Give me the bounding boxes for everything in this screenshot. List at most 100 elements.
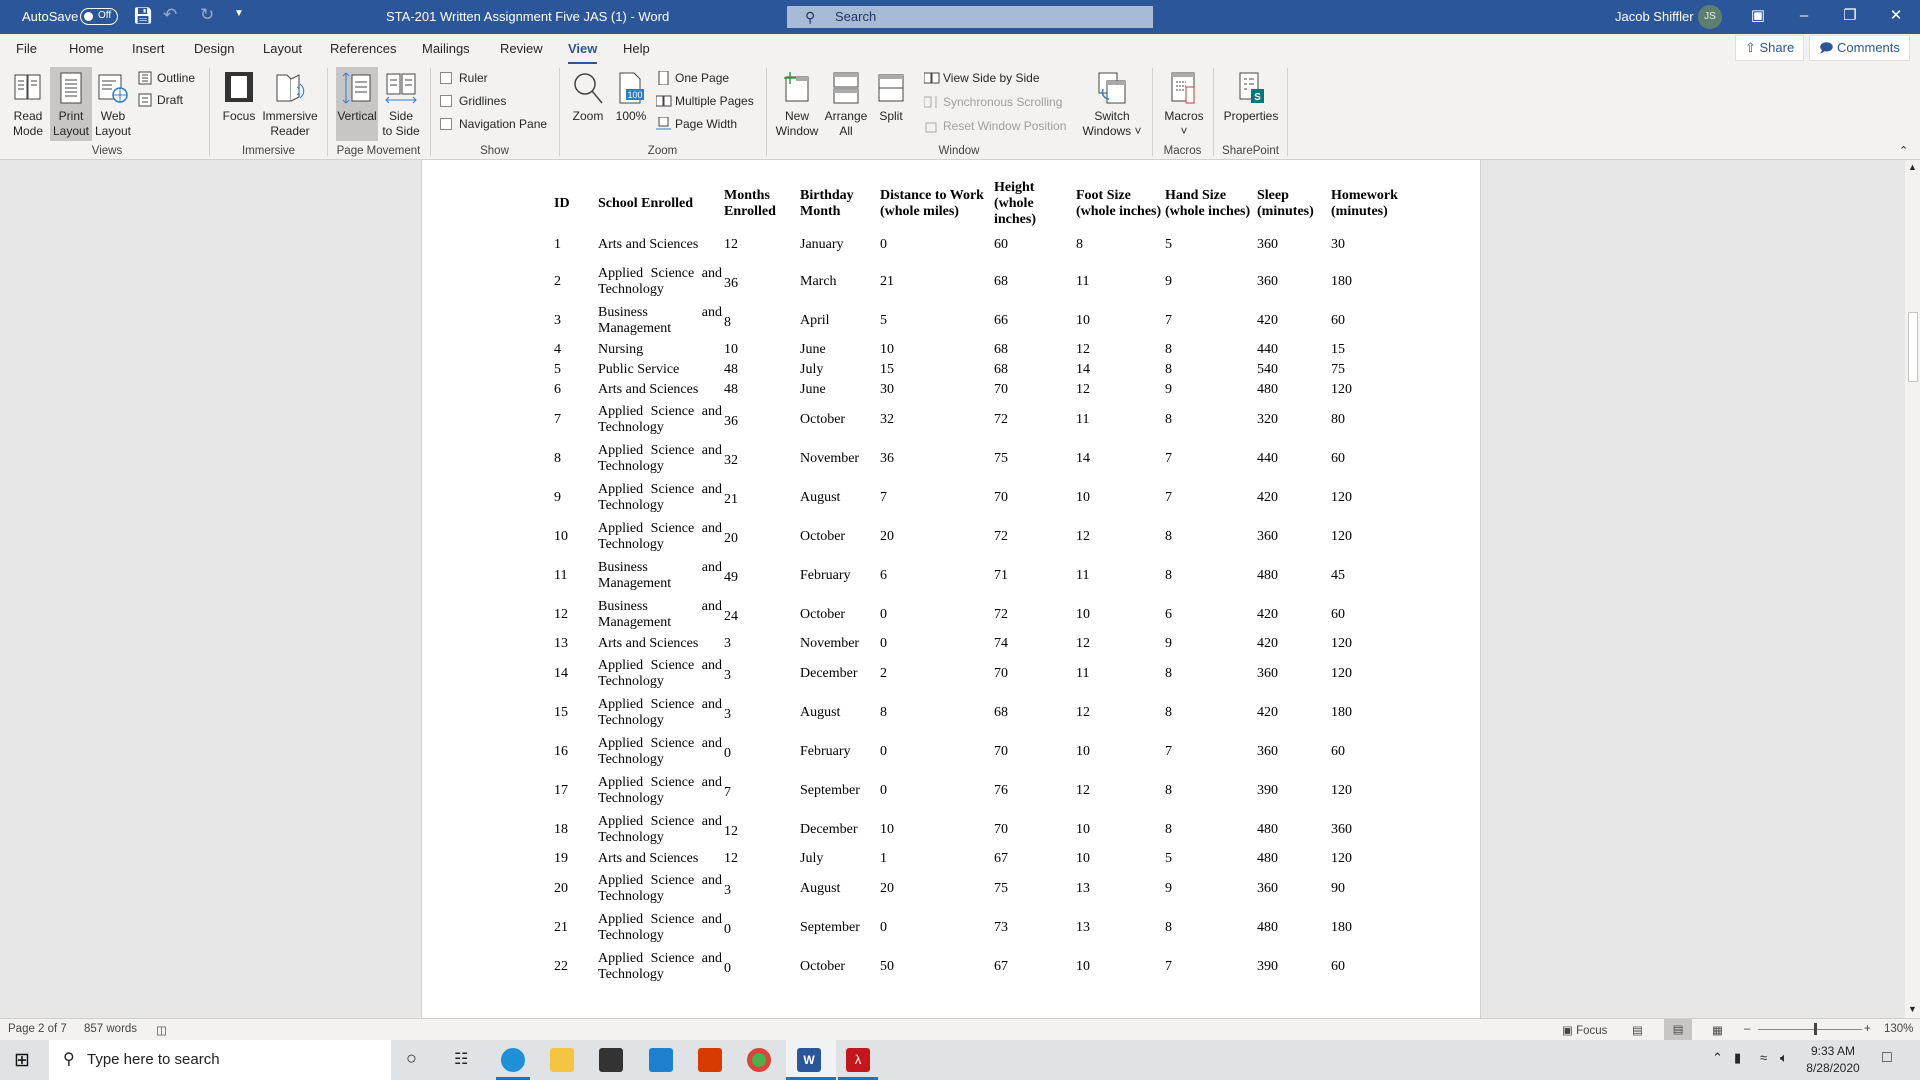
scrollbar-thumb[interactable] — [1908, 312, 1918, 382]
table-cell: December — [800, 821, 858, 837]
edge-icon[interactable] — [501, 1048, 525, 1072]
table-cell: 75 — [994, 450, 1008, 466]
properties-button[interactable]: S Properties — [1220, 67, 1282, 141]
multiple-pages-button[interactable]: Multiple Pages — [656, 91, 754, 111]
group-label-sharepoint: SharePoint — [1222, 145, 1279, 157]
office-icon[interactable] — [698, 1048, 722, 1072]
zoom-slider-thumb[interactable] — [1813, 1023, 1817, 1035]
tab-home[interactable]: Home — [69, 41, 104, 56]
taskbar-search[interactable]: ⚲ Type here to search — [49, 1040, 391, 1080]
draft-button[interactable]: Draft — [138, 90, 183, 110]
scroll-down-icon[interactable]: ▼ — [1908, 1004, 1917, 1014]
windows-start-icon[interactable]: ⊞ — [14, 1049, 30, 1072]
restore-icon[interactable]: ❐ — [1827, 0, 1873, 34]
print-layout-button[interactable]: Print Layout — [50, 67, 92, 141]
table-cell: 3 — [724, 667, 731, 683]
page-width-button[interactable]: Page Width — [656, 114, 737, 134]
mail-icon[interactable] — [649, 1048, 673, 1072]
proofing-icon[interactable]: ◫ — [156, 1023, 167, 1037]
customize-toolbar-icon[interactable]: ▼ — [234, 8, 244, 19]
clock-time[interactable]: 9:33 AM — [1808, 1044, 1858, 1058]
macros-button[interactable]: Macros ˅ — [1158, 67, 1210, 141]
web-layout-view-icon[interactable]: ▦ — [1712, 1023, 1723, 1037]
one-page-button[interactable]: One Page — [656, 68, 729, 88]
chrome-icon[interactable] — [747, 1048, 771, 1072]
undo-icon[interactable]: ↶ — [163, 5, 177, 25]
store-icon[interactable] — [599, 1048, 623, 1072]
zoom-slider[interactable] — [1758, 1023, 1862, 1035]
switch-windows-button[interactable]: Switch Windows ˅ — [1080, 67, 1144, 141]
table-cell: September — [800, 919, 860, 935]
focus-button[interactable]: Focus — [216, 67, 262, 141]
split-button[interactable]: Split — [871, 67, 911, 141]
autosave-toggle[interactable]: Off — [80, 8, 118, 25]
collapse-ribbon-icon[interactable]: ⌃ — [1899, 144, 1908, 157]
tab-mailings[interactable]: Mailings — [422, 41, 470, 56]
side-to-side-button[interactable]: Side to Side — [380, 67, 422, 141]
tab-references[interactable]: References — [330, 41, 396, 56]
print-layout-view-icon[interactable]: ▤ — [1664, 1019, 1692, 1041]
close-icon[interactable]: ✕ — [1873, 0, 1919, 34]
tab-review[interactable]: Review — [500, 41, 543, 56]
tab-file[interactable]: File — [16, 41, 37, 56]
table-cell: 10 — [1076, 743, 1090, 759]
zoom-level[interactable]: 130% — [1884, 1023, 1913, 1035]
file-explorer-icon[interactable] — [550, 1048, 574, 1072]
zoom-out-icon[interactable]: – — [1744, 1023, 1750, 1035]
table-cell: 80 — [1331, 411, 1345, 427]
clock-date[interactable]: 8/28/2020 — [1804, 1061, 1862, 1075]
page-count[interactable]: Page 2 of 7 — [8, 1023, 67, 1035]
minimize-icon[interactable]: – — [1781, 0, 1827, 34]
avatar[interactable]: JS — [1698, 5, 1722, 29]
zoom-100-button[interactable]: 100 100% — [610, 67, 652, 141]
view-side-by-side-button[interactable]: View Side by Side — [924, 68, 1040, 88]
comments-label: Comments — [1837, 40, 1900, 55]
search-box[interactable]: ⚲ Search — [787, 6, 1153, 28]
web-layout-button[interactable]: Web Layout — [92, 67, 134, 141]
immersive-reader-button[interactable]: Immersive Reader — [262, 67, 318, 141]
table-cell: August — [800, 489, 841, 505]
read-mode-view-icon[interactable]: ▤ — [1632, 1023, 1643, 1037]
navigation-pane-checkbox[interactable]: Navigation Pane — [440, 114, 547, 134]
tab-design[interactable]: Design — [194, 41, 234, 56]
document-area: ID School Enrolled Months Enrolled Birthday M… — [0, 160, 1905, 1018]
new-window-button[interactable]: New Window — [773, 67, 821, 141]
ribbon-display-icon[interactable]: ▣ — [1735, 0, 1781, 34]
outline-button[interactable]: Outline — [138, 68, 195, 88]
volume-icon[interactable]: 🔈︎ — [1780, 1050, 1788, 1066]
tab-insert[interactable]: Insert — [132, 41, 165, 56]
scroll-up-icon[interactable]: ▲ — [1908, 162, 1917, 172]
cortana-icon[interactable]: ○ — [406, 1048, 417, 1069]
notifications-icon[interactable]: □ — [1882, 1049, 1892, 1067]
zoom-in-icon[interactable]: + — [1864, 1023, 1871, 1035]
task-view-icon[interactable]: ☷ — [454, 1049, 468, 1069]
comments-button[interactable]: 🗩︎ Comments — [1809, 35, 1910, 61]
table-cell: 480 — [1257, 567, 1278, 583]
table-cell: 8 — [554, 450, 561, 466]
tab-help[interactable]: Help — [623, 41, 650, 56]
save-icon[interactable]: 💾︎ — [133, 6, 153, 26]
battery-icon[interactable]: ▮ — [1734, 1050, 1741, 1066]
tab-view[interactable]: View — [568, 41, 598, 65]
zoom-button[interactable]: Zoom — [566, 67, 610, 141]
focus-mode-button[interactable]: ▣ Focus — [1562, 1023, 1607, 1037]
gridlines-checkbox[interactable]: Gridlines — [440, 91, 506, 111]
table-cell: October — [800, 411, 846, 427]
share-button[interactable]: ⇧ Share — [1735, 35, 1805, 61]
multiple-pages-icon — [656, 95, 672, 107]
arrange-all-button[interactable]: Arrange All — [823, 67, 869, 141]
wifi-icon[interactable]: ≈ — [1760, 1050, 1767, 1065]
vertical-button[interactable]: Vertical — [336, 67, 378, 141]
ruler-checkbox[interactable]: Ruler — [440, 68, 488, 88]
show-hidden-icons[interactable]: ⌃ — [1712, 1050, 1723, 1066]
table-cell: October — [800, 606, 846, 622]
redo-icon[interactable]: ↻ — [200, 5, 214, 25]
word-icon[interactable]: W — [797, 1048, 821, 1072]
vertical-scrollbar[interactable]: ▲ ▼ — [1905, 160, 1920, 1018]
acrobat-icon[interactable]: λ — [846, 1048, 870, 1072]
word-count[interactable]: 857 words — [84, 1023, 137, 1035]
table-cell: 3 — [554, 312, 561, 328]
read-mode-button[interactable]: Read Mode — [6, 67, 50, 141]
table-cell: 11 — [1076, 567, 1090, 583]
tab-layout[interactable]: Layout — [263, 41, 302, 56]
